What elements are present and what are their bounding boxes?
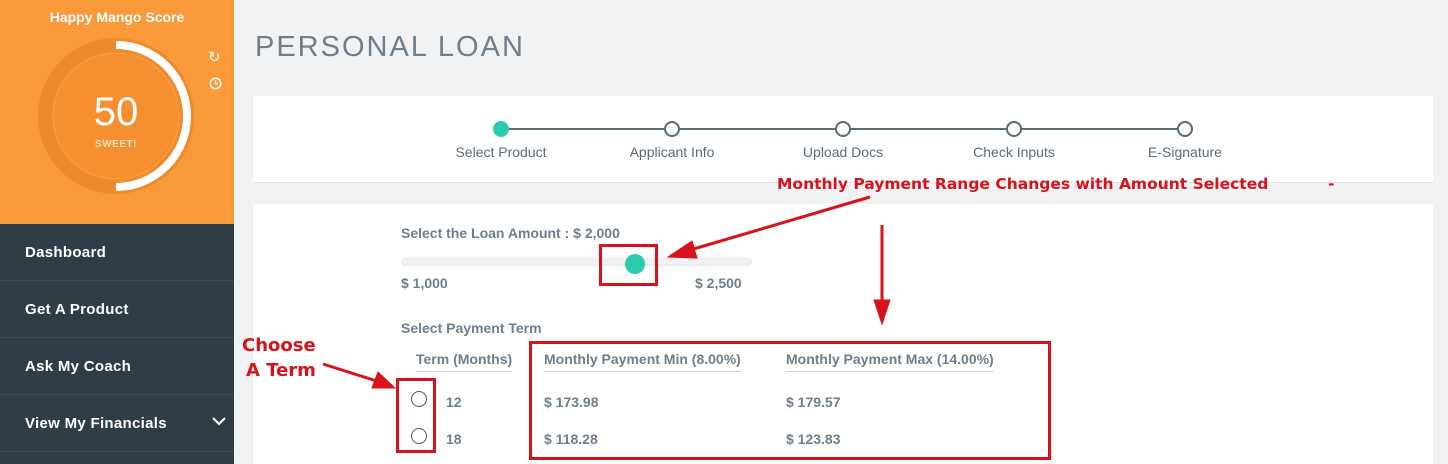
arrow-head: [873, 299, 891, 326]
annotation-arrows: [322, 195, 891, 389]
arrow-head: [666, 240, 698, 259]
arrow-to-slider: [689, 195, 871, 252]
arrow-to-radios: [322, 362, 381, 384]
arrow-head: [371, 371, 397, 389]
